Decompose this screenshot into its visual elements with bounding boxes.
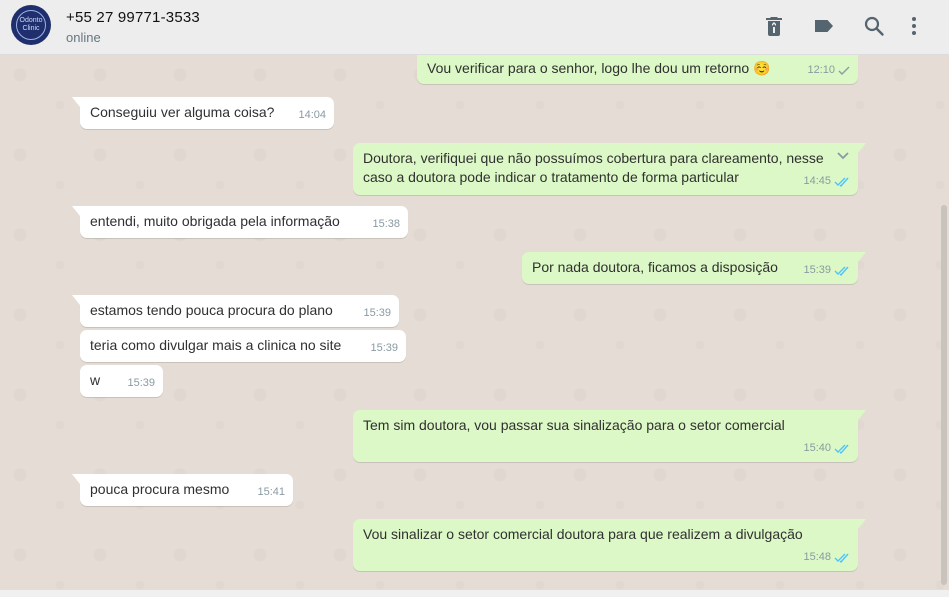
label-icon[interactable] — [812, 14, 836, 38]
message-time: 15:39 — [370, 342, 398, 354]
contact-status: online — [66, 30, 101, 45]
composer-edge — [0, 590, 949, 597]
message-text: estamos tendo pouca procura do plano — [90, 302, 333, 318]
chevron-down-icon[interactable] — [834, 147, 852, 165]
read-tick-icon — [834, 553, 850, 563]
menu-icon[interactable] — [902, 14, 926, 38]
message-bubble-outgoing[interactable]: Tem sim doutora, vou passar sua sinaliza… — [353, 410, 866, 462]
search-icon[interactable] — [862, 14, 886, 38]
message-time: 15:40 — [803, 442, 831, 454]
message-bubble-incoming[interactable]: Conseguiu ver alguma coisa? 14:04 — [72, 97, 334, 129]
message-time: 14:45 — [803, 175, 831, 187]
read-tick-icon — [834, 266, 850, 276]
chat-header: Odonto Clinic +55 27 99771-3533 online — [0, 0, 949, 55]
message-time: 15:48 — [803, 551, 831, 563]
message-meta: 15:40 — [803, 439, 850, 458]
delete-icon[interactable] — [762, 14, 786, 38]
message-bubble-incoming[interactable]: pouca procura mesmo 15:41 — [72, 474, 293, 506]
message-meta: 14:45 — [803, 172, 850, 191]
message-time: 15:41 — [257, 486, 285, 498]
message-bubble-incoming[interactable]: teria como divulgar mais a clinica no si… — [80, 330, 406, 362]
message-bubble-outgoing[interactable]: Por nada doutora, ficamos a disposição 1… — [522, 252, 866, 284]
message-time: 15:39 — [363, 307, 391, 319]
message-meta: 15:39 — [370, 339, 398, 358]
message-text: Conseguiu ver alguma coisa? — [90, 104, 275, 120]
message-meta: 15:41 — [257, 483, 285, 502]
message-text: pouca procura mesmo — [90, 481, 230, 497]
message-text: Vou verificar para o senhor, logo lhe do… — [427, 60, 771, 76]
message-text: w — [90, 372, 101, 388]
message-text: entendi, muito obrigada pela informação — [90, 213, 340, 229]
read-tick-icon — [834, 177, 850, 187]
sent-tick-icon — [838, 66, 850, 76]
message-meta: 15:38 — [372, 215, 400, 234]
message-bubble-incoming[interactable]: entendi, muito obrigada pela informação … — [72, 206, 408, 238]
message-text: Tem sim doutora, vou passar sua sinaliza… — [363, 417, 785, 433]
clinic-logo: Odonto Clinic — [16, 10, 46, 40]
contact-name[interactable]: +55 27 99771-3533 — [66, 9, 200, 26]
message-text: teria como divulgar mais a clinica no si… — [90, 337, 342, 353]
message-meta: 15:39 — [127, 374, 155, 393]
message-bubble-outgoing[interactable]: Vou verificar para o senhor, logo lhe do… — [417, 55, 858, 84]
message-meta: 15:39 — [803, 261, 850, 280]
message-time: 15:39 — [803, 264, 831, 276]
message-bubble-incoming[interactable]: estamos tendo pouca procura do plano 15:… — [72, 295, 399, 327]
message-list[interactable]: Vou verificar para o senhor, logo lhe do… — [0, 55, 949, 590]
message-time: 15:39 — [127, 377, 155, 389]
message-text: Vou sinalizar o setor comercial doutora … — [363, 526, 803, 542]
message-text: Doutora, verifiquei que não possuímos co… — [363, 150, 824, 185]
message-bubble-outgoing[interactable]: Vou sinalizar o setor comercial doutora … — [353, 519, 866, 571]
avatar[interactable]: Odonto Clinic — [11, 5, 51, 45]
message-time: 14:04 — [298, 109, 326, 121]
message-meta: 15:39 — [363, 304, 391, 323]
message-time: 12:10 — [807, 64, 835, 76]
message-bubble-incoming[interactable]: w 15:39 — [80, 365, 163, 397]
message-text: Por nada doutora, ficamos a disposição — [532, 259, 778, 275]
scrollbar[interactable] — [941, 205, 947, 585]
message-meta: 14:04 — [298, 106, 326, 125]
message-bubble-outgoing[interactable]: Doutora, verifiquei que não possuímos co… — [353, 143, 866, 195]
read-tick-icon — [834, 444, 850, 454]
message-meta: 12:10 — [807, 61, 850, 80]
message-meta: 15:48 — [803, 548, 850, 567]
message-time: 15:38 — [372, 218, 400, 230]
